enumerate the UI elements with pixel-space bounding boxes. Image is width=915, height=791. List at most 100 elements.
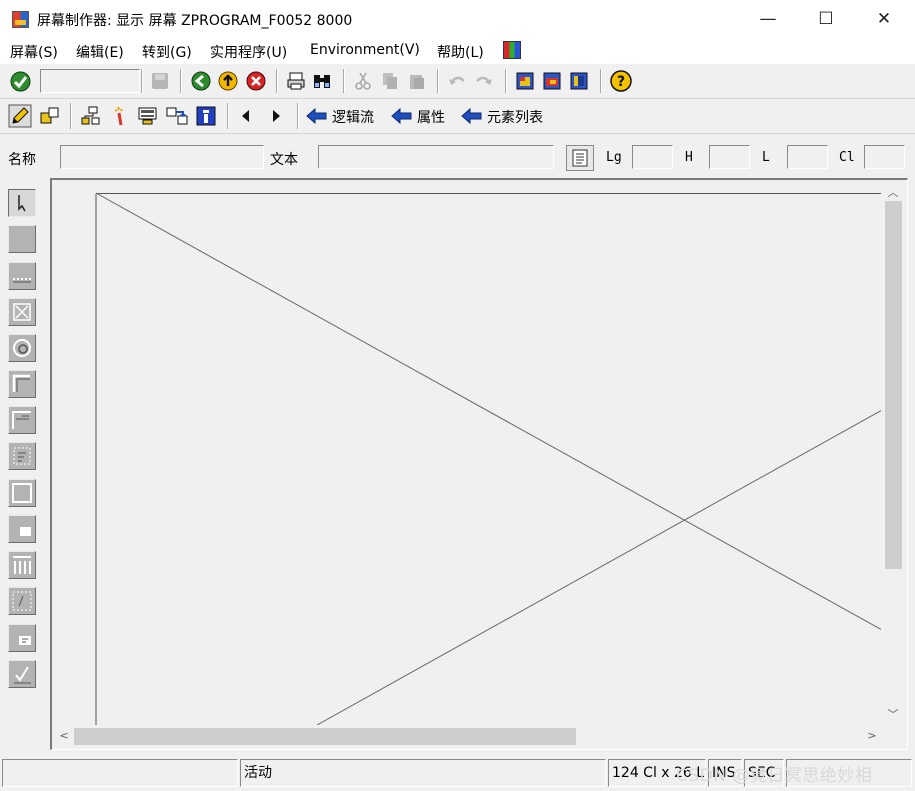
attributes-button[interactable]: 属性 bbox=[417, 107, 445, 127]
name-input[interactable] bbox=[61, 146, 263, 168]
svg-text:?: ? bbox=[617, 74, 625, 90]
cl-label: Cl bbox=[839, 150, 855, 165]
name-field[interactable] bbox=[60, 145, 264, 169]
h-label: H bbox=[685, 150, 693, 165]
text-field[interactable] bbox=[318, 145, 554, 169]
palette-status-icon-tool[interactable] bbox=[8, 515, 36, 543]
palette-pointer-tool[interactable] bbox=[8, 189, 36, 217]
box-frame-icon bbox=[12, 411, 31, 429]
menu-utilities[interactable]: 实用程序(U) bbox=[210, 42, 287, 62]
height-input[interactable] bbox=[710, 146, 749, 168]
cancel-icon[interactable] bbox=[246, 71, 266, 91]
maximize-button[interactable]: ☐ bbox=[797, 0, 855, 38]
element-list-arrow-icon bbox=[461, 107, 482, 125]
palette-text-field-tool[interactable] bbox=[8, 225, 36, 253]
palette-radio-button-tool[interactable] bbox=[8, 334, 36, 362]
toolbar-separator bbox=[505, 69, 507, 93]
enter-checkmark-icon[interactable] bbox=[10, 71, 31, 92]
column-field[interactable] bbox=[864, 145, 905, 169]
scroll-left-icon[interactable]: < bbox=[56, 729, 72, 742]
layout-editor-icon[interactable] bbox=[39, 105, 61, 127]
paste-icon[interactable] bbox=[407, 71, 427, 91]
length-field[interactable] bbox=[632, 145, 673, 169]
layout-window-icon-2[interactable] bbox=[542, 71, 562, 91]
help-icon[interactable]: ? bbox=[610, 70, 632, 92]
element-list-button[interactable]: 元素列表 bbox=[487, 107, 543, 127]
cut-icon[interactable] bbox=[353, 71, 373, 91]
checkbox-icon bbox=[13, 303, 31, 321]
scroll-right-icon[interactable]: > bbox=[864, 729, 880, 742]
layout-window-icon-1[interactable] bbox=[515, 71, 535, 91]
menu-help[interactable]: 帮助(L) bbox=[437, 42, 484, 62]
copy-icon[interactable] bbox=[380, 71, 400, 91]
height-field[interactable] bbox=[709, 145, 750, 169]
menu-environment[interactable]: Environment(V) bbox=[310, 42, 420, 58]
edit-mode-pencil-icon[interactable] bbox=[8, 104, 32, 128]
undo-icon[interactable] bbox=[447, 71, 467, 91]
name-label: 名称 bbox=[8, 152, 36, 168]
customize-layout-icon[interactable] bbox=[503, 41, 521, 59]
horizontal-scroll-thumb[interactable] bbox=[74, 728, 576, 745]
palette-table-control-tool[interactable] bbox=[8, 551, 36, 579]
palette-checkmark-tool[interactable] bbox=[8, 660, 36, 688]
redo-icon[interactable] bbox=[474, 71, 494, 91]
vertical-scroll-thumb[interactable] bbox=[885, 201, 902, 569]
back-icon[interactable] bbox=[191, 71, 211, 91]
dictionary-field-icon[interactable] bbox=[566, 145, 594, 171]
input-field-icon bbox=[13, 278, 31, 283]
palette-pushbutton-tool[interactable] bbox=[8, 370, 36, 398]
flow-logic-arrow-icon bbox=[306, 107, 327, 125]
save-icon[interactable] bbox=[150, 71, 170, 91]
scroll-up-icon[interactable]: ︿ bbox=[885, 184, 901, 200]
menu-screen[interactable]: 屏幕(S) bbox=[10, 42, 58, 62]
toolbar-separator bbox=[227, 103, 229, 129]
palette-box-tool[interactable] bbox=[8, 406, 36, 434]
toolbar-separator bbox=[141, 69, 143, 93]
pointer-icon bbox=[18, 195, 26, 212]
screen-drawing-area[interactable] bbox=[62, 190, 882, 725]
minimize-button[interactable]: — bbox=[739, 0, 797, 38]
screen-fields-icon[interactable] bbox=[137, 105, 159, 127]
palette-tabstrip-wizard-tool[interactable] bbox=[8, 587, 36, 615]
previous-screen-arrow-icon[interactable] bbox=[242, 110, 249, 122]
palette-checkbox-tool[interactable] bbox=[8, 298, 36, 326]
layout-window-icon-3[interactable] bbox=[569, 71, 589, 91]
hierarchy-icon[interactable] bbox=[80, 105, 102, 127]
print-icon[interactable] bbox=[286, 71, 306, 91]
toolbar-separator bbox=[180, 69, 182, 93]
watermark: CSDN @竟日冥思绝妙相 bbox=[676, 766, 873, 786]
l-label: L bbox=[762, 150, 770, 165]
toolbar-separator bbox=[343, 69, 345, 93]
screen-painter-app-icon[interactable] bbox=[12, 11, 29, 28]
close-button[interactable]: ✕ bbox=[855, 0, 913, 38]
menu-edit[interactable]: 编辑(E) bbox=[76, 42, 124, 62]
text-label: 文本 bbox=[270, 152, 298, 168]
status-message-area bbox=[2, 759, 238, 787]
transfer-icon[interactable] bbox=[166, 105, 188, 127]
window-title: 屏幕制作器: 显示 屏幕 ZPROGRAM_F0052 8000 bbox=[37, 13, 353, 29]
magic-wand-icon[interactable] bbox=[109, 105, 131, 127]
palette-input-field-tool[interactable] bbox=[8, 262, 36, 290]
line-input[interactable] bbox=[788, 146, 827, 168]
toolbar-separator bbox=[276, 69, 278, 93]
info-icon[interactable] bbox=[195, 105, 217, 127]
text-input[interactable] bbox=[319, 146, 553, 168]
table-wizard-icon bbox=[19, 636, 31, 645]
exit-icon[interactable] bbox=[218, 71, 238, 91]
length-input[interactable] bbox=[633, 146, 672, 168]
custom-control-icon bbox=[12, 483, 32, 503]
column-input[interactable] bbox=[865, 146, 904, 168]
scroll-down-icon[interactable]: ﹀ bbox=[885, 706, 901, 722]
palette-table-wizard-tool[interactable] bbox=[8, 624, 36, 652]
palette-subscreen-tool[interactable] bbox=[8, 442, 36, 470]
text-field-icon bbox=[12, 229, 32, 249]
toolbar-separator bbox=[437, 69, 439, 93]
next-screen-arrow-icon[interactable] bbox=[273, 110, 280, 122]
flow-logic-button[interactable]: 逻辑流 bbox=[332, 107, 374, 127]
line-field[interactable] bbox=[787, 145, 828, 169]
find-binoculars-icon[interactable] bbox=[312, 71, 332, 91]
palette-custom-control-tool[interactable] bbox=[8, 479, 36, 507]
command-field[interactable] bbox=[40, 69, 140, 93]
toolbar-separator bbox=[600, 69, 602, 93]
menu-goto[interactable]: 转到(G) bbox=[142, 42, 192, 62]
